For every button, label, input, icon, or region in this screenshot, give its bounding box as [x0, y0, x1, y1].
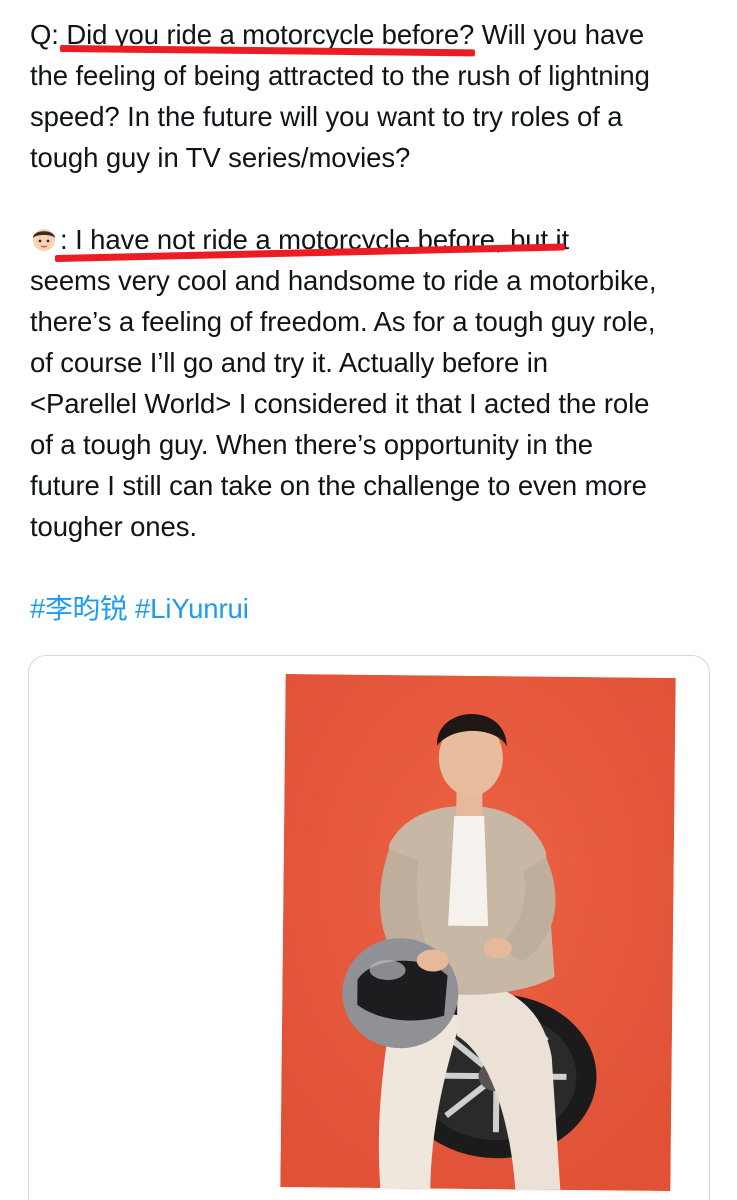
answer-paragraph: : I have not ride a motorcycle before, b… [30, 219, 720, 547]
answer-line: future I still can take on the challenge… [30, 470, 647, 501]
boy-face-emoji-icon [30, 223, 58, 251]
answer-line: of a tough guy. When there’s opportunity… [30, 429, 593, 460]
photo[interactable] [280, 673, 676, 1192]
photo-illustration [280, 673, 676, 1192]
hashtag-liyunrui[interactable]: #LiYunrui [135, 593, 249, 624]
question-line: speed? In the future will you want to tr… [30, 101, 623, 132]
answer-line: there’s a feeling of freedom. As for a t… [30, 306, 656, 337]
answer-line: of course I’ll go and try it. Actually b… [30, 347, 548, 378]
media-card[interactable] [28, 655, 710, 1200]
question-line: the feeling of being attracted to the ru… [30, 60, 650, 91]
hashtag-liyunrui-chinese[interactable]: #李昀锐 [30, 593, 128, 624]
question-line: tough guy in TV series/movies? [30, 142, 411, 173]
hashtag-row: #李昀锐 #LiYunrui [30, 588, 720, 629]
answer-line: <Parellel World> I considered it that I … [30, 388, 650, 419]
question-paragraph: Q: Did you ride a motorcycle before? Wil… [30, 14, 720, 178]
answer-line: tougher ones. [30, 511, 197, 542]
tweet-text: Q: Did you ride a motorcycle before? Wil… [30, 14, 720, 629]
answer-line: seems very cool and handsome to ride a m… [30, 265, 657, 296]
